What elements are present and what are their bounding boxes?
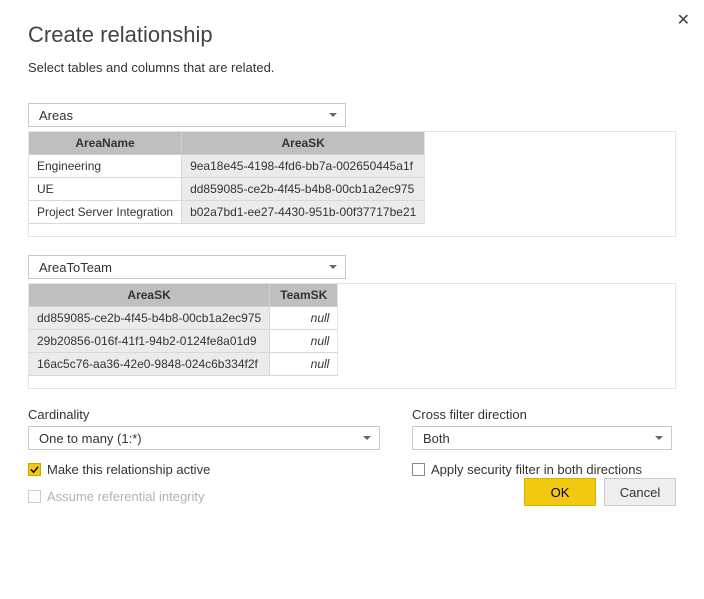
cell: b02a7bd1-ee27-4430-951b-00f37717be21	[182, 201, 425, 224]
cell: null	[270, 353, 338, 376]
ok-button[interactable]: OK	[524, 478, 596, 506]
referential-check-row: Assume referential integrity	[28, 489, 412, 504]
table2-select[interactable]: AreaToTeam	[28, 255, 346, 279]
cell: Project Server Integration	[29, 201, 182, 224]
col-header[interactable]: AreaName	[29, 132, 182, 155]
cardinality-select[interactable]: One to many (1:*)	[28, 426, 380, 450]
cancel-button[interactable]: Cancel	[604, 478, 676, 506]
crossfilter-value: Both	[423, 431, 450, 446]
table-header-row: AreaName AreaSK	[29, 132, 425, 155]
chevron-down-icon	[329, 265, 337, 269]
dialog-subtitle: Select tables and columns that are relat…	[28, 60, 676, 75]
create-relationship-dialog: ✕ Create relationship Select tables and …	[0, 0, 704, 522]
cell: dd859085-ce2b-4f45-b4b8-00cb1a2ec975	[29, 307, 270, 330]
table-row: dd859085-ce2b-4f45-b4b8-00cb1a2ec975 nul…	[29, 307, 338, 330]
close-icon[interactable]: ✕	[677, 10, 690, 30]
security-checkbox[interactable]	[412, 463, 425, 476]
table1-select-value: Areas	[39, 108, 73, 123]
table-header-row: AreaSK TeamSK	[29, 284, 338, 307]
cell: 16ac5c76-aa36-42e0-9848-024c6b334f2f	[29, 353, 270, 376]
cell: 29b20856-016f-41f1-94b2-0124fe8a01d9	[29, 330, 270, 353]
table-row: Engineering 9ea18e45-4198-4fd6-bb7a-0026…	[29, 155, 425, 178]
table1-preview: AreaName AreaSK Engineering 9ea18e45-419…	[28, 131, 676, 237]
chevron-down-icon	[655, 436, 663, 440]
table-row: 16ac5c76-aa36-42e0-9848-024c6b334f2f nul…	[29, 353, 338, 376]
cell: null	[270, 330, 338, 353]
table2-select-value: AreaToTeam	[39, 260, 112, 275]
crossfilter-label: Cross filter direction	[412, 407, 676, 422]
cell: dd859085-ce2b-4f45-b4b8-00cb1a2ec975	[182, 178, 425, 201]
cardinality-value: One to many (1:*)	[39, 431, 142, 446]
cell: null	[270, 307, 338, 330]
security-check-label: Apply security filter in both directions	[431, 462, 642, 477]
cardinality-group: Cardinality One to many (1:*) Make this …	[28, 407, 412, 504]
table-row: Project Server Integration b02a7bd1-ee27…	[29, 201, 425, 224]
chevron-down-icon	[363, 436, 371, 440]
table-row: 29b20856-016f-41f1-94b2-0124fe8a01d9 nul…	[29, 330, 338, 353]
referential-check-label: Assume referential integrity	[47, 489, 205, 504]
referential-checkbox	[28, 490, 41, 503]
active-check-row[interactable]: Make this relationship active	[28, 462, 412, 477]
cell: UE	[29, 178, 182, 201]
col-header[interactable]: TeamSK	[270, 284, 338, 307]
cell: 9ea18e45-4198-4fd6-bb7a-002650445a1f	[182, 155, 425, 178]
table-row: UE dd859085-ce2b-4f45-b4b8-00cb1a2ec975	[29, 178, 425, 201]
table2-preview: AreaSK TeamSK dd859085-ce2b-4f45-b4b8-00…	[28, 283, 676, 389]
table2-grid[interactable]: AreaSK TeamSK dd859085-ce2b-4f45-b4b8-00…	[29, 284, 338, 376]
table1-select[interactable]: Areas	[28, 103, 346, 127]
dialog-title: Create relationship	[28, 22, 676, 48]
col-header[interactable]: AreaSK	[29, 284, 270, 307]
table1-grid[interactable]: AreaName AreaSK Engineering 9ea18e45-419…	[29, 132, 425, 224]
active-check-label: Make this relationship active	[47, 462, 210, 477]
crossfilter-select[interactable]: Both	[412, 426, 672, 450]
security-check-row[interactable]: Apply security filter in both directions	[412, 462, 676, 477]
cell: Engineering	[29, 155, 182, 178]
dialog-footer: OK Cancel	[524, 478, 676, 506]
chevron-down-icon	[329, 113, 337, 117]
active-checkbox[interactable]	[28, 463, 41, 476]
col-header[interactable]: AreaSK	[182, 132, 425, 155]
cardinality-label: Cardinality	[28, 407, 412, 422]
